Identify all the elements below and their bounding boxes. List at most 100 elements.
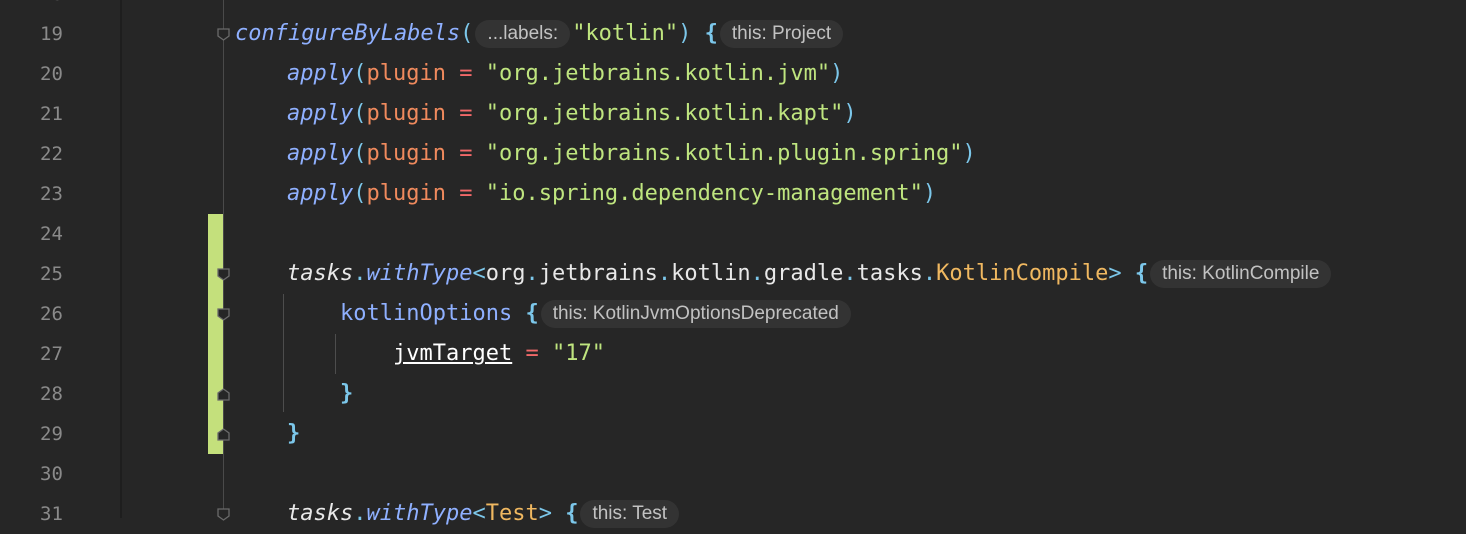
vcs-change-marker[interactable] bbox=[208, 214, 223, 454]
code-line[interactable]: configureByLabels(...labels: "kotlin") {t… bbox=[235, 14, 845, 54]
code-token: . bbox=[922, 261, 937, 286]
fold-arrow-icon[interactable] bbox=[217, 308, 230, 321]
code-token: "io.spring.dependency-management" bbox=[485, 181, 923, 206]
code-token: { bbox=[565, 501, 579, 526]
code-token: . bbox=[353, 261, 367, 286]
code-editor[interactable]: 18 19 20 21 22 23 24 25 26 27 28 29 30 31 configureBy… bbox=[0, 0, 1466, 528]
code-token: ) bbox=[962, 141, 976, 166]
code-token: ) bbox=[830, 61, 844, 86]
fold-end-icon[interactable] bbox=[217, 428, 230, 441]
code-token: . bbox=[525, 261, 539, 286]
fold-arrow-icon[interactable] bbox=[217, 268, 230, 281]
code-token: < bbox=[472, 261, 486, 286]
code-token: plugin bbox=[366, 141, 446, 166]
code-token: plugin bbox=[366, 101, 446, 126]
code-token: . bbox=[657, 261, 672, 286]
line-number: 27 bbox=[40, 343, 63, 365]
code-token: { bbox=[525, 301, 539, 326]
code-token: > bbox=[538, 501, 552, 526]
code-token: . bbox=[750, 261, 764, 286]
code-token: ) bbox=[843, 101, 857, 126]
code-token: } bbox=[340, 381, 354, 406]
code-token: apply bbox=[287, 141, 354, 166]
line-number-gutter[interactable]: 18 19 20 21 22 23 24 25 26 27 28 29 30 31 bbox=[0, 0, 120, 525]
line-number: 28 bbox=[40, 383, 63, 405]
code-token: apply bbox=[287, 101, 354, 126]
code-line[interactable]: } bbox=[340, 374, 353, 414]
code-token: jvmTarget bbox=[393, 341, 513, 366]
code-token: < bbox=[472, 501, 486, 526]
code-token: "kotlin" bbox=[572, 21, 679, 46]
line-number: 18 bbox=[40, 0, 120, 14]
code-line[interactable]: tasks.withType<Test> {this: Test bbox=[287, 494, 681, 534]
line-number: 19 bbox=[40, 23, 63, 45]
code-line[interactable]: apply(plugin = "org.jetbrains.kotlin.plu… bbox=[287, 134, 976, 174]
inlay-hint[interactable]: this: KotlinJvmOptionsDeprecated bbox=[540, 300, 851, 328]
line-number: 23 bbox=[40, 183, 63, 205]
code-token: { bbox=[1134, 261, 1149, 286]
code-token: "org.jetbrains.kotlin.jvm" bbox=[485, 61, 831, 86]
inlay-hint[interactable]: this: KotlinCompile bbox=[1150, 260, 1332, 288]
inlay-hint[interactable]: ...labels: bbox=[475, 20, 571, 48]
code-token: gradle bbox=[763, 261, 844, 286]
code-token: ) bbox=[922, 181, 937, 206]
code-token: = bbox=[445, 181, 486, 206]
code-token: ( bbox=[353, 181, 367, 206]
code-token: Test bbox=[485, 501, 539, 526]
code-token: kotlinOptions bbox=[340, 301, 513, 326]
indent-guide bbox=[335, 334, 336, 374]
indent-guide bbox=[283, 294, 284, 412]
code-token: withType bbox=[366, 261, 473, 286]
code-token: KotlinCompile bbox=[936, 261, 1109, 286]
code-line[interactable]: apply(plugin = "org.jetbrains.kotlin.kap… bbox=[287, 94, 857, 134]
code-token: "org.jetbrains.kotlin.plugin.spring" bbox=[485, 141, 963, 166]
code-token: { bbox=[704, 21, 718, 46]
code-line[interactable]: tasks.withType<org.jetbrains.kotlin.grad… bbox=[287, 254, 1333, 294]
line-number: 22 bbox=[40, 143, 63, 165]
code-token: plugin bbox=[366, 61, 446, 86]
fold-arrow-icon[interactable] bbox=[217, 28, 230, 41]
code-token: . bbox=[843, 261, 857, 286]
code-line[interactable]: apply(plugin = "org.jetbrains.kotlin.jvm… bbox=[287, 54, 843, 94]
code-token: = bbox=[445, 101, 486, 126]
code-token: org bbox=[485, 261, 526, 286]
code-token: plugin bbox=[366, 181, 446, 206]
line-number: 30 bbox=[40, 463, 63, 485]
code-token: tasks bbox=[287, 261, 354, 286]
code-token: kotlin bbox=[671, 261, 751, 286]
inlay-hint[interactable]: this: Test bbox=[580, 500, 680, 528]
code-line[interactable]: apply(plugin = "io.spring.dependency-man… bbox=[287, 174, 936, 214]
code-token: = bbox=[445, 61, 486, 86]
code-token: ( bbox=[353, 61, 367, 86]
line-number: 31 bbox=[40, 503, 63, 525]
line-number: 29 bbox=[40, 423, 63, 445]
code-token: jetbrains bbox=[538, 261, 658, 286]
fold-end-icon[interactable] bbox=[217, 388, 230, 401]
fold-arrow-icon[interactable] bbox=[217, 508, 230, 521]
code-token: "org.jetbrains.kotlin.kapt" bbox=[485, 101, 844, 126]
code-token: > bbox=[1108, 261, 1122, 286]
line-number: 24 bbox=[40, 223, 63, 245]
code-token: withType bbox=[366, 501, 473, 526]
code-token: = bbox=[512, 341, 552, 366]
code-token: = bbox=[445, 141, 486, 166]
code-token: } bbox=[287, 421, 301, 446]
code-token: tasks bbox=[856, 261, 923, 286]
code-line[interactable]: } bbox=[287, 414, 300, 454]
code-token: configureByLabels bbox=[235, 21, 461, 46]
line-number: 20 bbox=[40, 63, 63, 85]
inlay-hint[interactable]: this: Project bbox=[719, 20, 844, 48]
code-line[interactable]: kotlinOptions {this: KotlinJvmOptionsDep… bbox=[340, 294, 853, 334]
code-token: "17" bbox=[551, 341, 605, 366]
code-token: apply bbox=[287, 181, 354, 206]
line-number: 25 bbox=[40, 263, 63, 285]
code-token: ( bbox=[353, 141, 367, 166]
line-number: 26 bbox=[40, 303, 63, 325]
code-line[interactable]: jvmTarget = "17" bbox=[393, 334, 605, 374]
code-token: . bbox=[353, 501, 367, 526]
code-token: tasks bbox=[287, 501, 354, 526]
